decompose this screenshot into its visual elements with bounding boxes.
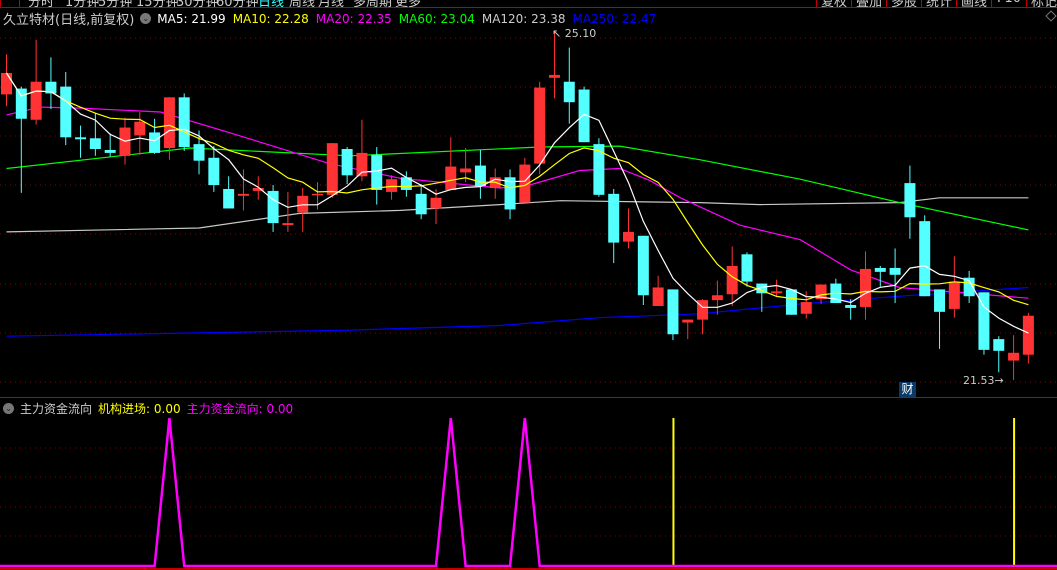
candle-down: [919, 221, 931, 297]
candle-down: [904, 183, 916, 218]
candle-down: [15, 88, 27, 119]
candle-up: [948, 281, 960, 309]
candle-up: [859, 268, 871, 307]
candle-down: [341, 149, 353, 176]
candle-up: [623, 231, 635, 242]
candle-down: [75, 137, 87, 140]
candle-down: [415, 193, 427, 215]
candle-up: [460, 168, 472, 173]
candle-up: [430, 197, 442, 209]
candle-up: [237, 193, 249, 196]
candle-up: [726, 266, 738, 295]
candle-down: [60, 86, 72, 138]
candle-up: [800, 302, 812, 314]
candle-down: [193, 144, 205, 161]
ma120-line: [6, 197, 1029, 233]
candle-down: [874, 267, 886, 272]
main-fund-flow-line: [0, 417, 1057, 568]
ma60-line: [6, 145, 1029, 231]
candle-up: [386, 179, 398, 192]
candle-up: [534, 87, 546, 164]
fund-flow-chart: [0, 417, 1057, 568]
candle-down: [785, 289, 797, 315]
candlestick-chart: [0, 32, 1057, 383]
candle-down: [563, 81, 575, 103]
candle-up: [1, 72, 12, 95]
candle-down: [89, 138, 101, 149]
candle-down: [741, 254, 753, 282]
finance-badge[interactable]: 财: [899, 382, 916, 397]
candle-down: [371, 154, 383, 190]
candle-down: [593, 144, 605, 195]
candle-up: [711, 295, 723, 301]
candle-down: [104, 149, 116, 153]
candle-down: [608, 193, 620, 243]
candle-up: [1008, 352, 1020, 361]
candle-up: [548, 74, 560, 78]
candle-down: [889, 267, 901, 275]
candle-down: [934, 289, 946, 312]
high-price-label: ↖ 25.10: [552, 27, 597, 40]
low-price-value: 21.53: [963, 374, 995, 387]
candle-down: [845, 305, 857, 308]
candle-down: [637, 235, 649, 296]
low-price-label: 21.53→: [963, 374, 1004, 387]
ma250-line: [6, 286, 1029, 337]
candle-down: [223, 188, 235, 209]
candle-down: [667, 289, 679, 335]
candle-up: [30, 81, 42, 120]
candle-up: [134, 121, 146, 136]
candle-up: [163, 97, 175, 149]
candle-down: [474, 165, 486, 187]
candle-up: [326, 143, 338, 195]
candle-up: [282, 223, 294, 226]
candle-up: [682, 319, 694, 323]
candle-down: [149, 132, 161, 153]
candle-up: [652, 287, 664, 306]
candle-down: [993, 339, 1005, 351]
candle-up: [445, 166, 457, 190]
candle-up: [312, 193, 324, 196]
high-price-value: 25.10: [564, 27, 597, 40]
candle-up: [297, 195, 309, 213]
candle-down: [178, 97, 190, 148]
candle-up: [771, 291, 783, 294]
candle-up: [1022, 315, 1034, 355]
candle-down: [208, 157, 220, 186]
